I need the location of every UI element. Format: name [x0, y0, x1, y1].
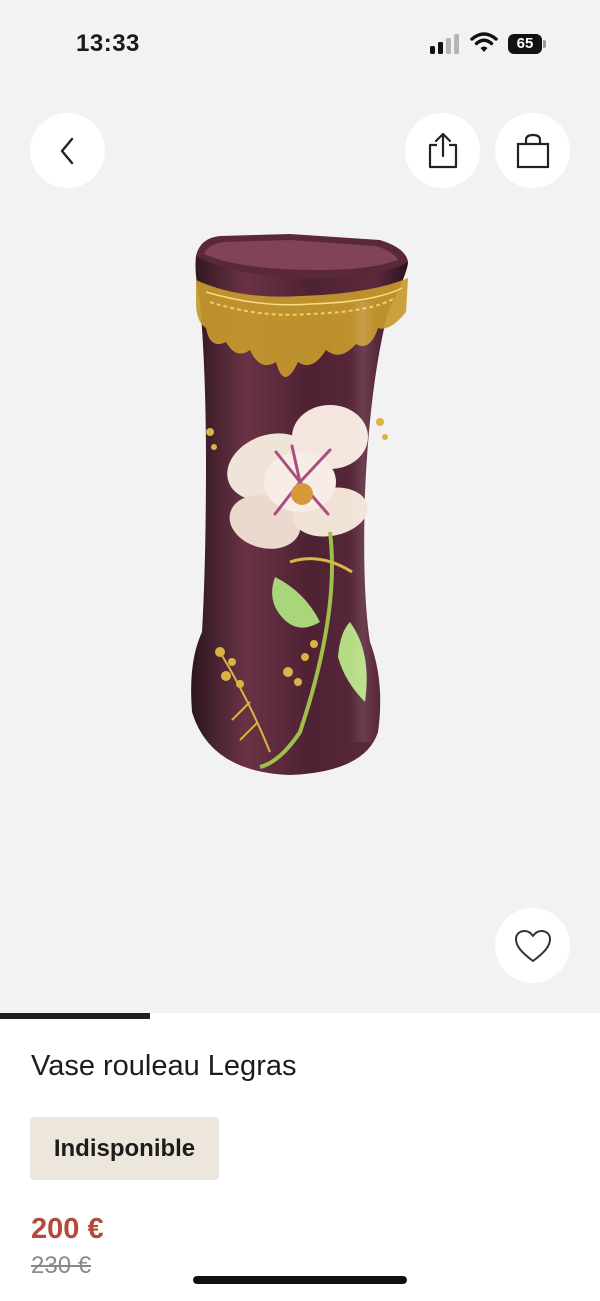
shopping-bag-icon [516, 133, 549, 168]
status-bar: 13:33 65 [0, 0, 600, 90]
heart-icon [514, 929, 551, 962]
availability-badge: Indisponible [30, 1117, 219, 1180]
current-price: 200 € [31, 1213, 104, 1245]
cart-button[interactable] [495, 113, 570, 188]
product-gallery[interactable] [0, 90, 600, 1013]
chevron-left-icon [60, 137, 73, 164]
home-indicator[interactable] [193, 1276, 407, 1284]
share-button[interactable] [405, 113, 480, 188]
status-time: 13:33 [76, 30, 140, 57]
gallery-progress-fill [0, 1013, 150, 1019]
share-icon [428, 132, 457, 168]
battery-indicator: 65 [508, 34, 546, 54]
product-title: Vase rouleau Legras [31, 1050, 297, 1082]
gallery-progress-bar [0, 1013, 600, 1019]
back-button[interactable] [30, 113, 105, 188]
cellular-signal-icon [430, 34, 462, 54]
battery-level: 65 [516, 35, 534, 52]
product-image[interactable] [180, 232, 420, 780]
original-price: 230 € [31, 1252, 92, 1279]
wifi-icon [470, 32, 498, 52]
favorite-button[interactable] [495, 908, 570, 983]
